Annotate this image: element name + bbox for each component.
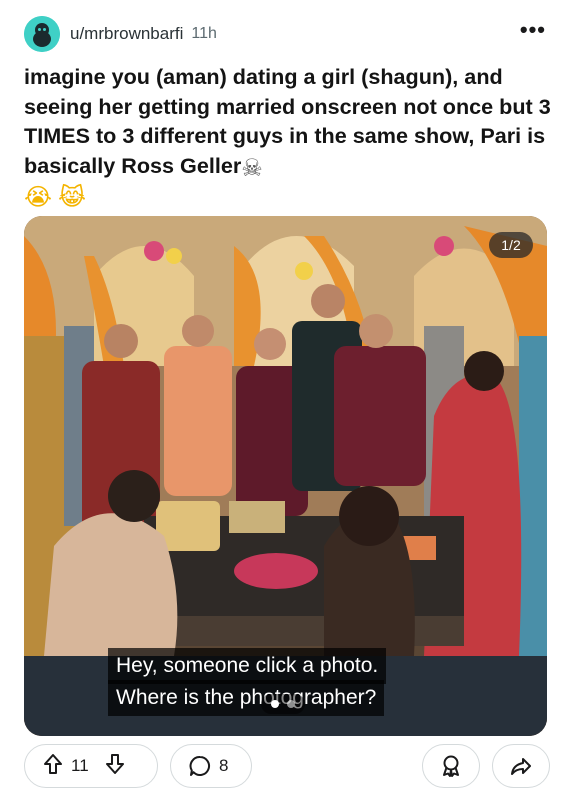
crying-face-emoji: 😭 (24, 183, 53, 211)
subtitle-line-1: Hey, someone click a photo. (108, 648, 387, 684)
post-actions: 11 8 (24, 744, 550, 788)
upvote-icon[interactable] (43, 753, 63, 780)
share-button[interactable] (492, 744, 550, 788)
comment-icon (189, 755, 211, 776)
comments-button[interactable]: 8 (170, 744, 252, 788)
post-image[interactable]: 1/2 Hey, someone click a photo. Where is… (24, 216, 547, 736)
skull-emoji: ☠ (241, 153, 263, 182)
more-options-icon[interactable]: ••• (520, 19, 546, 41)
share-icon (511, 758, 531, 775)
award-icon (443, 755, 459, 777)
post-card: u/mrbrownbarfi 11h ••• imagine you (aman… (0, 0, 570, 800)
post-age: 11h (191, 25, 217, 42)
comment-count: 8 (219, 756, 229, 775)
carousel-dot-1[interactable] (271, 700, 279, 708)
carousel-dot-2[interactable] (287, 700, 295, 708)
carousel-indicator[interactable] (261, 694, 305, 714)
post-title[interactable]: imagine you (aman) dating a girl (shagun… (24, 62, 554, 210)
upvote-count: 11 (71, 756, 89, 775)
vote-bar: 11 (24, 744, 158, 788)
laughing-cat-emoji: 😹 (58, 183, 87, 211)
post-header: u/mrbrownbarfi 11h ••• (24, 16, 550, 52)
award-button[interactable] (422, 744, 480, 788)
reddit-avatar-icon[interactable] (24, 16, 60, 52)
post-title-text: imagine you (aman) dating a girl (shagun… (24, 64, 551, 178)
slide-counter: 1/2 (489, 232, 533, 258)
subtitle-line-2: Where is the photographer? (108, 680, 385, 716)
post-author[interactable]: u/mrbrownbarfi (70, 24, 183, 44)
downvote-icon[interactable] (105, 753, 125, 780)
